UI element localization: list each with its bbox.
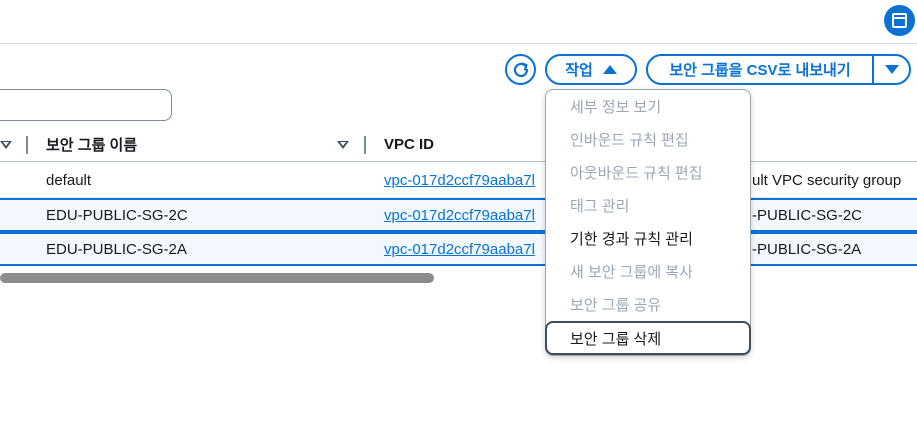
table-header: 보안 그룹 이름 VPC ID — [0, 128, 917, 162]
cell-description: -PUBLIC-SG-2A — [752, 240, 862, 258]
search-input[interactable] — [0, 89, 172, 121]
caret-down-icon — [884, 65, 899, 74]
table-row[interactable]: EDU-PUBLIC-SG-2A vpc-017d2ccf79aaba7l -P… — [0, 232, 917, 266]
menu-item-edit-outbound: 아웃바운드 규칙 편집 — [570, 165, 703, 182]
menu-item-share: 보안 그룹 공유 — [570, 297, 662, 314]
column-header-name: 보안 그룹 이름 — [46, 137, 138, 154]
export-csv-button[interactable]: 보안 그룹을 CSV로 내보내기 — [648, 56, 874, 83]
cell-description: ult VPC security group — [752, 172, 902, 189]
menu-item-manage-stale-rules[interactable]: 기한 경과 규칙 관리 — [546, 222, 750, 255]
menu-item-manage-tags: 태그 관리 — [570, 198, 630, 215]
refresh-icon — [513, 61, 528, 77]
vpc-link[interactable]: vpc-017d2ccf79aaba7l — [384, 200, 544, 230]
table-row[interactable]: EDU-PUBLIC-SG-2C vpc-017d2ccf79aaba7l -P… — [0, 198, 917, 232]
panel-toggle-icon[interactable] — [884, 5, 915, 36]
sort-icon[interactable] — [337, 141, 349, 149]
menu-item-view-details: 세부 정보 보기 — [570, 99, 662, 116]
horizontal-scrollbar[interactable] — [0, 273, 434, 283]
column-divider[interactable] — [364, 136, 366, 154]
actions-dropdown-menu: 세부 정보 보기 인바운드 규칙 편집 아웃바운드 규칙 편집 태그 관리 기한… — [545, 89, 751, 356]
menu-item-edit-inbound: 인바운드 규칙 편집 — [570, 132, 689, 149]
column-divider[interactable] — [26, 136, 28, 154]
header-divider — [0, 43, 917, 44]
actions-button-label: 작업 — [565, 62, 593, 79]
export-split-button: 보안 그룹을 CSV로 내보내기 — [646, 54, 911, 85]
column-header-vpc-id: VPC ID — [384, 136, 435, 153]
refresh-button[interactable] — [505, 54, 536, 85]
cell-name: EDU-PUBLIC-SG-2C — [46, 206, 188, 224]
actions-button[interactable]: 작업 — [545, 54, 637, 85]
cell-description: -PUBLIC-SG-2C — [752, 206, 863, 224]
caret-up-icon — [602, 65, 617, 74]
export-dropdown-button[interactable] — [874, 56, 909, 83]
vpc-link[interactable]: vpc-017d2ccf79aaba7l — [384, 164, 544, 197]
table-row[interactable]: default vpc-017d2ccf79aaba7l ult VPC sec… — [0, 164, 917, 198]
menu-item-delete[interactable]: 보안 그룹 삭제 — [545, 321, 751, 355]
cell-name: default — [46, 172, 92, 189]
menu-item-copy-to-new: 새 보안 그룹에 복사 — [570, 264, 693, 281]
export-csv-label: 보안 그룹을 CSV로 내보내기 — [669, 62, 851, 79]
cell-name: EDU-PUBLIC-SG-2A — [46, 240, 187, 258]
vpc-link[interactable]: vpc-017d2ccf79aaba7l — [384, 234, 544, 264]
sort-icon[interactable] — [0, 141, 12, 149]
